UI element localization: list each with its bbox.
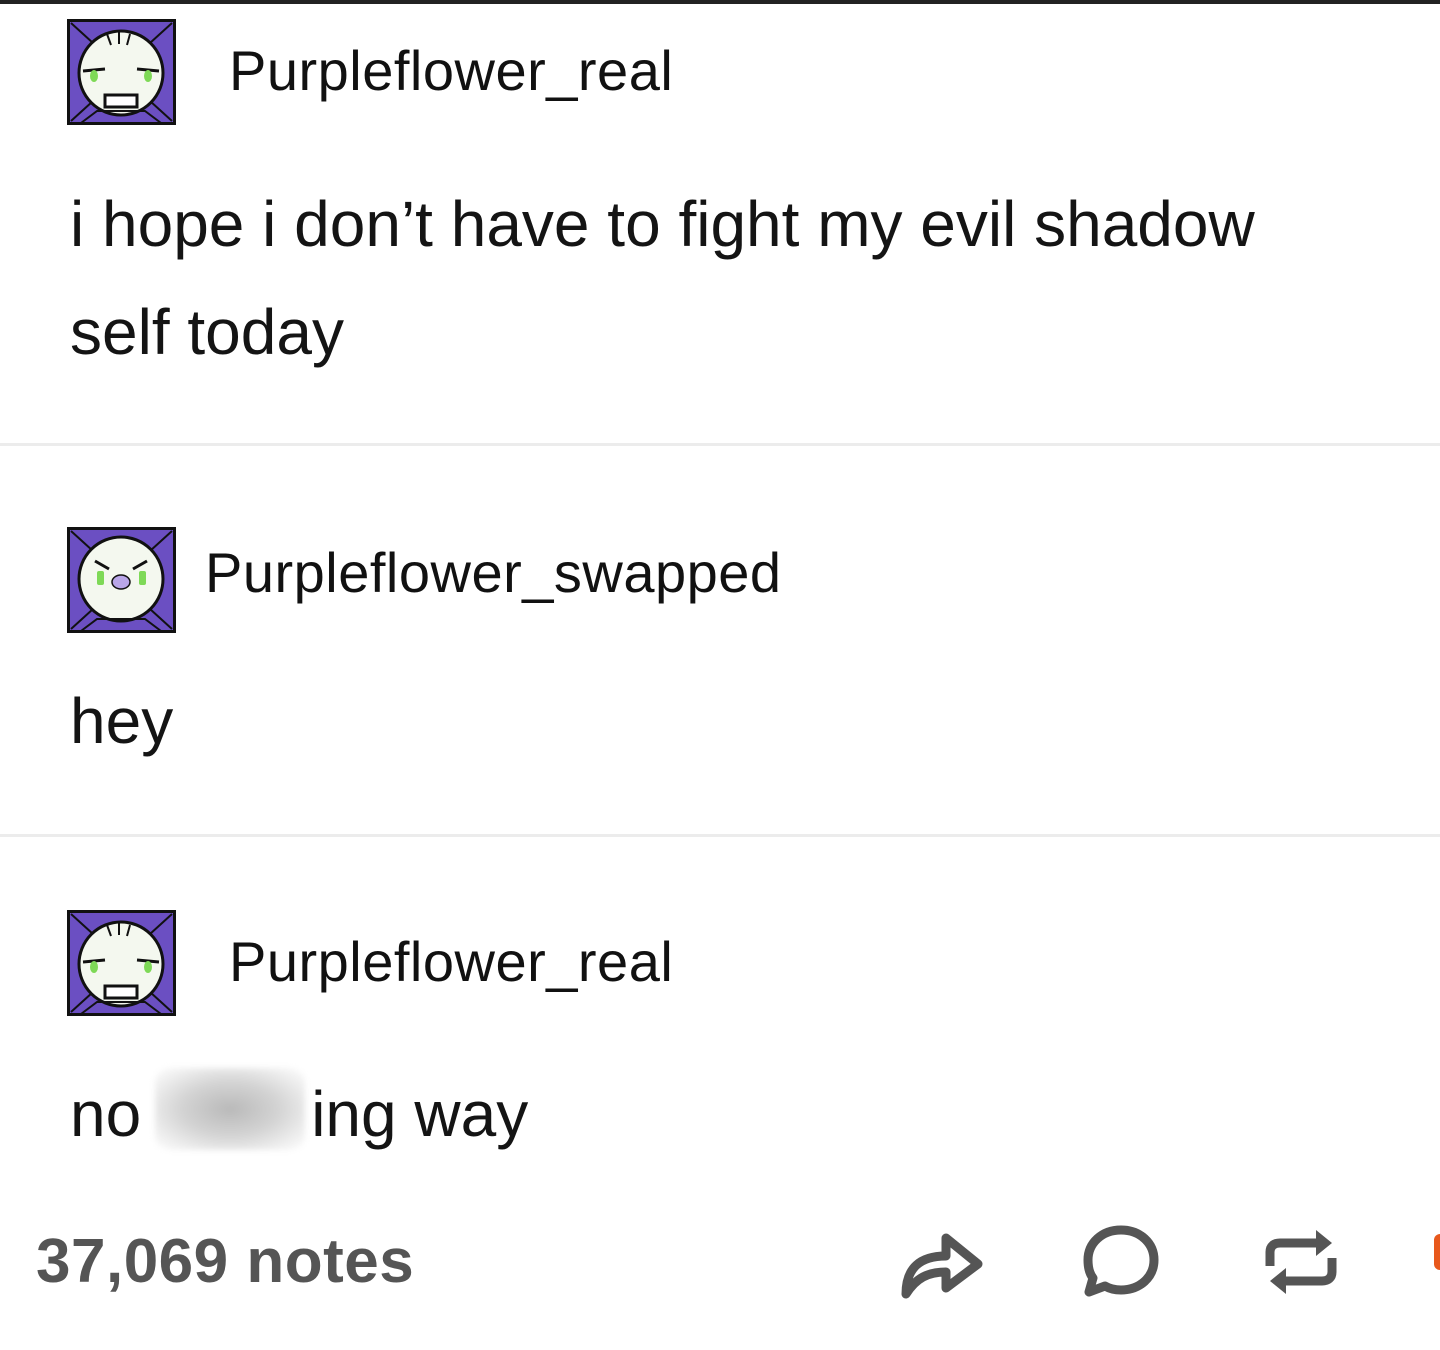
post-text-after: ing way [311,1078,529,1150]
reply-button[interactable] [1078,1222,1164,1302]
share-arrow-icon [901,1233,983,1299]
post-text: no ing way [70,1060,528,1168]
post-username[interactable]: Purpleflower_real [229,38,673,103]
notes-count[interactable]: 37,069 notes [36,1226,414,1297]
post-username[interactable]: Purpleflower_swapped [205,540,782,605]
censor-blur [155,1068,306,1150]
post-text-line: hey [70,685,174,757]
reblog-icon [1265,1230,1337,1294]
post-text-before: no [70,1078,142,1150]
post-text-line: self today [70,296,344,368]
share-button[interactable] [898,1222,984,1302]
avatar-purpleflower-swapped-icon[interactable] [67,527,176,633]
comment-bubble-icon [1083,1225,1159,1297]
avatar-purpleflower-real-icon[interactable] [67,910,176,1016]
avatar-purpleflower-real-icon[interactable] [67,19,176,125]
post-text: hey [70,667,173,775]
post-2: Purpleflower_swapped hey [0,446,1440,836]
post-text: i hope i don’t have to fight my evil sha… [70,170,1255,386]
post-1: Purpleflower_real i hope i don’t have to… [0,0,1440,445]
post-username[interactable]: Purpleflower_real [229,929,673,994]
post-text-line: i hope i don’t have to fight my evil sha… [70,188,1255,260]
reblog-button[interactable] [1258,1222,1344,1302]
post-3: Purpleflower_real no ing way [0,837,1440,1187]
edge-badge [1434,1234,1440,1270]
